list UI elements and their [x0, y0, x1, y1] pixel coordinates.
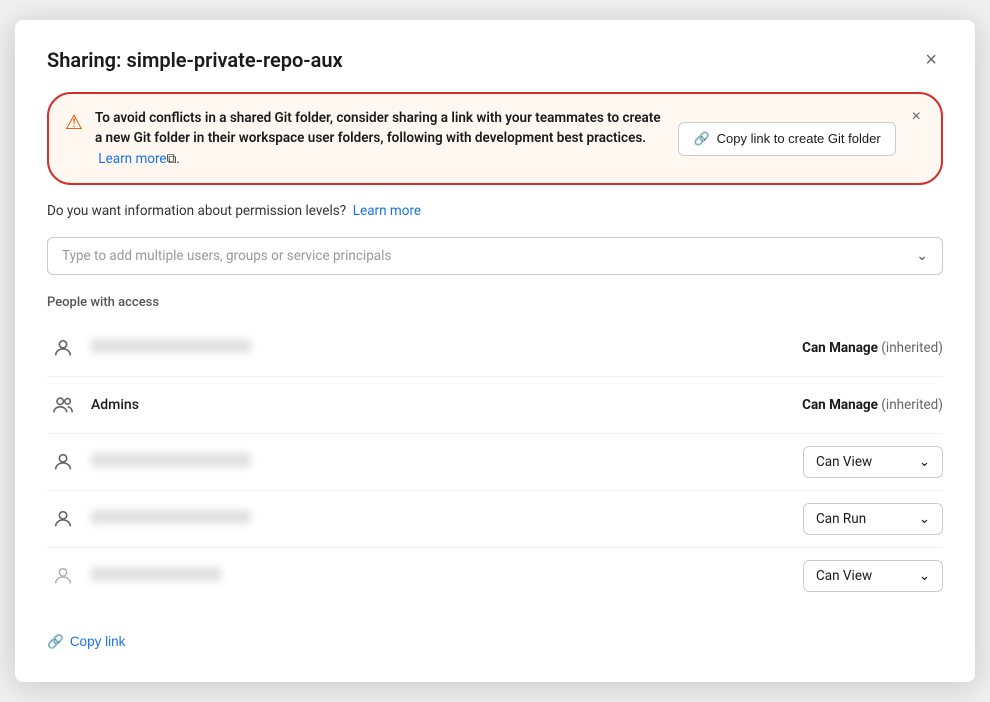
- sharing-modal: Sharing: simple-private-repo-aux × ⚠ To …: [15, 20, 975, 682]
- person-info: [91, 339, 711, 357]
- modal-footer: 🔗 Copy link: [47, 624, 943, 650]
- chevron-down-icon: ⌄: [916, 248, 928, 264]
- copy-git-folder-button[interactable]: 🔗 Copy link to create Git folder: [678, 122, 895, 156]
- warning-learn-more-link[interactable]: Learn more: [98, 151, 166, 167]
- person-info: [91, 567, 711, 585]
- person-name-blurred: [91, 567, 221, 581]
- permission-value: Can Manage: [802, 397, 878, 413]
- permission-info: Do you want information about permission…: [47, 203, 943, 219]
- warning-text: To avoid conflicts in a shared Git folde…: [95, 108, 667, 169]
- person-info: [91, 453, 711, 471]
- permission-dropdown[interactable]: Can Run ⌄: [803, 503, 943, 535]
- permission-value: Can View: [816, 568, 872, 584]
- table-row: Can View ⌄: [47, 434, 943, 491]
- person-icon: [47, 446, 79, 478]
- permission-right: Can View ⌄: [723, 560, 943, 592]
- permission-label: Can Manage (inherited): [802, 397, 943, 413]
- table-row: Can View ⌄: [47, 548, 943, 604]
- person-name-blurred: [91, 453, 251, 467]
- close-button[interactable]: ×: [919, 48, 943, 72]
- table-row: Can Run ⌄: [47, 491, 943, 548]
- copy-link-label: Copy link: [70, 634, 126, 649]
- chevron-down-icon: ⌄: [919, 454, 930, 470]
- person-icon: [47, 332, 79, 364]
- copy-git-label: Copy link to create Git folder: [717, 131, 881, 146]
- copy-link-button[interactable]: 🔗 Copy link: [47, 634, 125, 650]
- people-list: Can Manage (inherited) Admins: [47, 320, 943, 604]
- permission-inherited: (inherited): [881, 340, 943, 356]
- permission-right: Can Manage (inherited): [723, 340, 943, 356]
- warning-icon: ⚠: [65, 110, 83, 134]
- permission-value: Can View: [816, 454, 872, 470]
- copy-git-icon: 🔗: [693, 131, 709, 147]
- modal-header: Sharing: simple-private-repo-aux ×: [47, 48, 943, 72]
- people-section-label: People with access: [47, 295, 943, 310]
- permission-inherited: (inherited): [881, 397, 943, 413]
- person-name: Admins: [91, 397, 139, 413]
- banner-dismiss-button[interactable]: ×: [908, 106, 925, 128]
- permission-info-text: Do you want information about permission…: [47, 203, 346, 219]
- permission-value: Can Manage: [802, 340, 878, 356]
- warning-banner: ⚠ To avoid conflicts in a shared Git fol…: [47, 92, 943, 185]
- warning-bold-text: To avoid conflicts in a shared Git folde…: [95, 110, 661, 146]
- copy-link-icon: 🔗: [47, 634, 64, 650]
- person-name-blurred: [91, 339, 251, 353]
- permission-dropdown[interactable]: Can View ⌄: [803, 446, 943, 478]
- people-section: People with access Can Manage (inherited: [47, 295, 943, 604]
- table-row: Admins Can Manage (inherited): [47, 377, 943, 434]
- permission-right: Can Run ⌄: [723, 503, 943, 535]
- person-icon: [47, 560, 79, 592]
- permission-value: Can Run: [816, 511, 866, 527]
- modal-title: Sharing: simple-private-repo-aux: [47, 48, 343, 72]
- table-row: Can Manage (inherited): [47, 320, 943, 377]
- permission-label: Can Manage (inherited): [802, 340, 943, 356]
- chevron-down-icon: ⌄: [919, 511, 930, 527]
- add-users-input[interactable]: Type to add multiple users, groups or se…: [47, 237, 943, 275]
- person-info: Admins: [91, 397, 711, 413]
- permission-learn-more-link[interactable]: Learn more: [353, 203, 421, 219]
- group-icon: [47, 389, 79, 421]
- person-name-blurred: [91, 510, 251, 524]
- warning-external-icon: ⧉: [167, 151, 177, 167]
- add-users-placeholder: Type to add multiple users, groups or se…: [62, 248, 391, 264]
- permission-right: Can Manage (inherited): [723, 397, 943, 413]
- permission-right: Can View ⌄: [723, 446, 943, 478]
- permission-dropdown[interactable]: Can View ⌄: [803, 560, 943, 592]
- person-info: [91, 510, 711, 528]
- chevron-down-icon: ⌄: [919, 568, 930, 584]
- person-icon: [47, 503, 79, 535]
